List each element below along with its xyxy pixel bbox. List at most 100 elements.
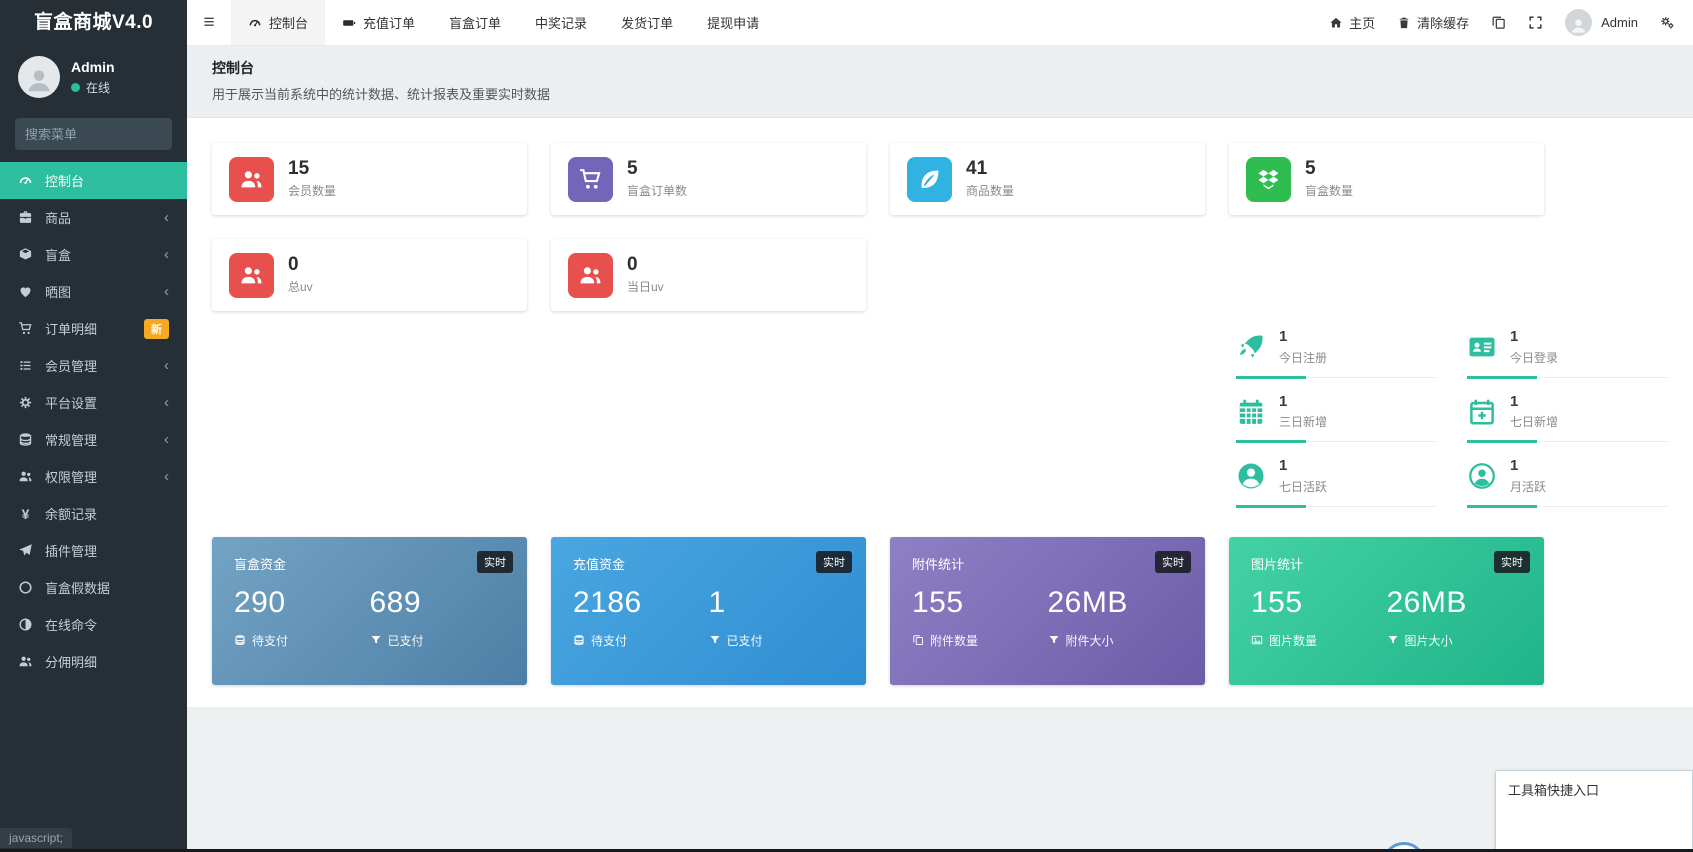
yen-icon: ¥ [21,505,30,522]
avatar [18,56,60,98]
adjust-icon [18,617,33,632]
user-circle-icon [1236,461,1266,491]
mini-stat-label: 今日登录 [1510,350,1559,365]
stat-card-blindbox-orders-count: 5 盲盒订单数 [551,143,866,215]
cart-icon [18,321,33,336]
sidebar-item-members[interactable]: 会员管理 ‹ [0,347,187,384]
realtime-badge: 实时 [816,550,852,573]
sidebar: 盲盒商城V4.0 Admin 在线 控制台商品 ‹ 盲盒 ‹ 晒图 ‹ 订单明细 新会员管理 ‹… [0,0,201,852]
sidebar-item-label: 插件管理 [45,544,98,559]
realtime-badge: 实时 [477,550,513,573]
copy-icon [912,634,924,646]
tab-label: 中奖记录 [535,16,588,31]
mini-stat-progress [1236,504,1437,508]
sidebar-item-fake-data[interactable]: 盲盒假数据 [0,569,187,606]
tab-withdrawal-requests[interactable]: 提现申请 [690,0,776,45]
status-bar-text: javascript; [0,828,73,848]
sidebar-item-label: 盲盒假数据 [45,581,111,596]
fund-left-value: 155 [1251,585,1303,619]
database-icon [573,634,585,646]
sidebar-item-balance-records[interactable]: ¥ 余额记录 [0,495,187,532]
stat-value: 5 [1305,157,1316,179]
clear-cache-button[interactable]: 清除缓存 [1397,13,1469,32]
dashboard-icon [248,16,262,30]
stat-card-members-count: 15 会员数量 [212,143,527,215]
chevron-left-icon: ‹ [164,209,169,226]
chevron-left-icon: ‹ [164,468,169,485]
user-circle-o-icon [1467,461,1497,491]
copy-page-button[interactable] [1491,15,1506,30]
tab-label: 充值订单 [363,16,416,31]
sidebar-item-dashboard[interactable]: 控制台 [0,162,187,199]
briefcase-icon [18,210,33,225]
settings-button[interactable] [1660,15,1675,30]
mini-stat-label: 今日注册 [1279,350,1328,365]
page-subtitle: 用于展示当前系统中的统计数据、统计报表及重要实时数据 [212,87,551,102]
sidebar-item-label: 余额记录 [45,507,98,522]
sidebar-item-online-command[interactable]: 在线命令 [0,606,187,643]
tab-dashboard[interactable]: 控制台 [231,0,326,45]
sidebar-item-label: 权限管理 [45,470,98,485]
chevron-left-icon: ‹ [164,283,169,300]
fund-left-label: 待支付 [573,632,709,649]
fund-left-label: 待支付 [234,632,370,649]
sidebar-menu: 控制台商品 ‹ 盲盒 ‹ 晒图 ‹ 订单明细 新会员管理 ‹ 平台设置 ‹ 常规管理 ‹ 权限管理 ‹ ¥ 余额… [0,162,187,680]
user-panel: Admin 在线 [0,46,187,110]
mini-stat-progress [1467,375,1668,379]
chevron-left-icon: ‹ [164,431,169,448]
gear-icon [18,395,33,410]
tab-label: 盲盒订单 [449,16,502,31]
sidebar-item-label: 在线命令 [45,618,98,633]
home-label: 主页 [1349,16,1376,31]
avatar [1565,9,1593,36]
sidebar-item-order-detail[interactable]: 订单明细 新 [0,310,187,347]
sidebar-item-commission[interactable]: 分佣明细 [0,643,187,680]
stat-label: 盲盒数量 [1305,184,1354,199]
mini-stat-value: 1 [1279,457,1288,474]
menu-toggle-icon[interactable]: ≡ [187,12,231,34]
stat-card-daily-uv: 0 当日uv [551,239,866,311]
sidebar-item-label: 常规管理 [45,433,98,448]
gears-icon [1660,15,1675,30]
sidebar-item-goods[interactable]: 商品 ‹ [0,199,187,236]
mini-stat-monthly-active: 1 月活跃 [1467,457,1668,509]
mini-stat-today-registered: 1 今日注册 [1236,328,1437,380]
fund-right-value: 26MB [1386,585,1467,619]
sidebar-item-blindbox[interactable]: 盲盒 ‹ [0,236,187,273]
search-input[interactable] [25,126,201,142]
filter-icon [1387,634,1399,646]
tab-blindbox-orders[interactable]: 盲盒订单 [432,0,518,45]
stat-card-blindbox-count: 5 盲盒数量 [1229,143,1544,215]
user-menu[interactable]: Admin [1565,9,1638,36]
online-dot-icon [71,82,80,92]
tab-winning-records[interactable]: 中奖记录 [518,0,604,45]
clear-cache-label: 清除缓存 [1417,16,1470,31]
sidebar-item-general[interactable]: 常规管理 ‹ [0,421,187,458]
fund-right-label: 附件大小 [1048,632,1184,649]
database-icon [18,432,33,447]
sidebar-item-photos[interactable]: 晒图 ‹ [0,273,187,310]
mini-stat-value: 1 [1279,392,1288,410]
fund-right-value: 26MB [1047,585,1128,619]
top-navbar: ≡ 控制台 充值订单 盲盒订单 中奖记录 发货订单 提现申请 主页 清除缓存 A… [187,0,1693,46]
fullscreen-button[interactable] [1528,15,1543,30]
fund-left-value: 290 [234,585,286,619]
fund-card-title: 附件统计 [912,556,965,572]
tab-shipping-orders[interactable]: 发货订单 [604,0,690,45]
stat-label: 商品数量 [966,184,1015,199]
fund-card-title: 盲盒资金 [234,556,287,572]
sidebar-item-platform-settings[interactable]: 平台设置 ‹ [0,384,187,421]
home-link[interactable]: 主页 [1329,13,1375,32]
tab-recharge-orders[interactable]: 充值订单 [325,0,432,45]
calendar-plus-icon [1467,397,1497,427]
fund-left-label: 图片数量 [1251,632,1387,649]
sidebar-item-label: 控制台 [45,174,85,189]
fund-cards-grid: 盲盒资金 实时 290 待支付 689 已支付 充值资金 实时 2186 待支付 1 已支付 附件统计 实… [212,536,1545,685]
sidebar-item-permissions[interactable]: 权限管理 ‹ [0,458,187,495]
users-icon [18,469,33,484]
mini-stats-grid: 1 今日注册 1 今日登录 1 三日新增 1 七日新增 1 七日活跃 1 月活跃 [1236,328,1668,509]
stat-label: 盲盒订单数 [627,184,688,199]
filter-icon [709,634,721,646]
sidebar-search[interactable] [15,118,201,150]
sidebar-item-plugins[interactable]: 插件管理 [0,532,187,569]
